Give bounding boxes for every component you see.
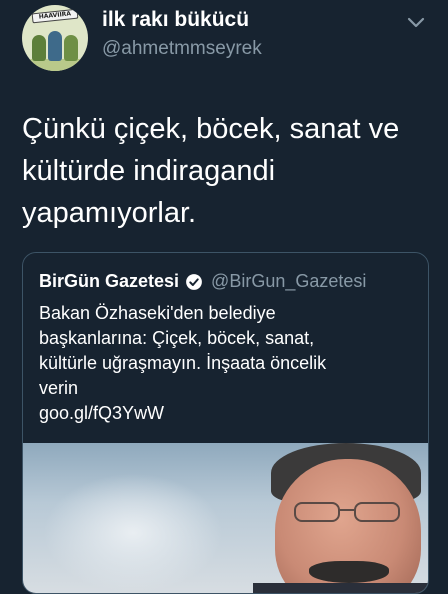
tweet: HAAVIIRA ilk rakı bükücü @ahmetmmseyrek … — [0, 0, 448, 594]
quoted-link[interactable]: goo.gl/fQ3YwW — [39, 401, 414, 426]
quoted-text-line: Bakan Özhaseki'den belediye — [39, 303, 276, 323]
quoted-text-line: kültürle uğraşmayın. İnşaata öncelik — [39, 353, 327, 373]
avatar-figure — [64, 35, 78, 61]
tweet-text: Çünkü çiçek, böcek, sanat ve kültürde in… — [22, 108, 422, 234]
tweet-text-line: Çünkü çiçek, böcek, sanat ve — [22, 113, 400, 145]
avatar-figure — [32, 35, 46, 61]
tweet-text-line: kültürde indiragandi — [22, 155, 276, 187]
author-handle[interactable]: @ahmetmmseyrek — [102, 38, 262, 60]
verified-badge-icon — [186, 273, 202, 290]
author-display-name[interactable]: ilk rakı bükücü — [102, 8, 249, 32]
photo-glasses — [294, 502, 400, 522]
tweet-text-line: yapamıyorlar. — [22, 197, 197, 229]
avatar-figure — [48, 31, 62, 61]
quoted-tweet-photo[interactable] — [23, 443, 428, 593]
photo-person-mustache — [309, 561, 389, 583]
avatar-banner: HAAVIIRA — [31, 8, 79, 24]
quoted-author-name: BirGün Gazetesi — [39, 271, 180, 291]
photo-person-collar — [253, 583, 428, 593]
quoted-text-line: başkanlarına: Çiçek, böcek, sanat, — [39, 328, 315, 348]
quoted-author-handle: @BirGun_Gazetesi — [211, 271, 367, 291]
avatar[interactable]: HAAVIIRA — [22, 5, 88, 71]
quoted-tweet-card[interactable]: BirGün Gazetesi @BirGun_Gazetesi Bakan Ö… — [22, 252, 429, 594]
quoted-text-line: verin — [39, 378, 79, 398]
chevron-down-icon[interactable] — [404, 14, 428, 32]
quoted-tweet-text: Bakan Özhaseki'den belediye başkanlarına… — [39, 301, 414, 426]
photo-background — [43, 473, 223, 593]
quoted-tweet-header: BirGün Gazetesi @BirGun_Gazetesi — [39, 271, 366, 292]
